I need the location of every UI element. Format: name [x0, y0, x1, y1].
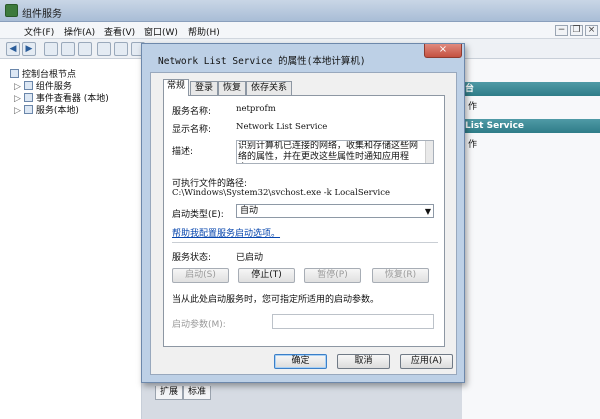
menu-bar: 文件(F) 操作(A) 查看(V) 窗口(W) 帮助(H) [0, 22, 600, 39]
minimize-button[interactable]: − [555, 25, 568, 36]
tree-item-services[interactable]: ▷ 服务(本地) [14, 103, 79, 116]
actions-pane: 台 作 List Service 作 [462, 59, 600, 419]
properties-dialog: Network List Service 的属性(本地计算机) × 常规 登录 … [141, 43, 465, 383]
startup-type-select[interactable]: 自动 ▼ [236, 204, 434, 218]
menu-action[interactable]: 操作(A) [64, 25, 95, 38]
startup-type-label: 启动类型(E): [172, 210, 224, 220]
event-viewer-icon [23, 93, 33, 102]
dialog-title: Network List Service 的属性(本地计算机) [158, 56, 366, 67]
start-params-input[interactable] [272, 314, 434, 329]
menu-view[interactable]: 查看(V) [104, 25, 135, 38]
window-title-bar: 组件服务 [0, 0, 600, 22]
tab-logon[interactable]: 登录 [190, 81, 218, 95]
forward-arrow-icon[interactable]: ▶ [22, 42, 36, 56]
display-name-value: Network List Service [236, 122, 328, 132]
folder-icon [10, 69, 19, 78]
startup-type-value: 自动 [240, 206, 259, 216]
help-configure-link[interactable]: 帮助我配置服务启动选项。 [172, 226, 280, 239]
console-tree-icon[interactable] [61, 42, 75, 56]
description-text: 识别计算机已连接的网络，收集和存储这些网络的属性，并在更改这些属性时通知应用程序… [238, 141, 419, 162]
description-scrollbar[interactable] [425, 141, 433, 163]
stop-button[interactable]: 停止(T) [238, 268, 295, 283]
actions-row[interactable]: 作 [468, 137, 477, 150]
services-gear-icon [23, 105, 33, 114]
menu-help[interactable]: 帮助(H) [188, 25, 220, 38]
close-window-button[interactable]: × [585, 25, 598, 36]
tab-extended[interactable]: 扩展 [155, 386, 184, 400]
back-arrow-icon[interactable]: ◀ [6, 42, 20, 56]
exe-path-value: C:\Windows\System32\svchost.exe -k Local… [172, 188, 391, 198]
restore-button[interactable]: ❐ [570, 25, 583, 36]
tab-recovery[interactable]: 恢复 [218, 81, 246, 95]
description-box[interactable]: 识别计算机已连接的网络，收集和存储这些网络的属性，并在更改这些属性时通知应用程序… [236, 140, 434, 164]
refresh-icon[interactable] [114, 42, 128, 56]
window-title: 组件服务 [22, 9, 62, 20]
dialog-body: 常规 登录 恢复 依存关系 服务名称: netprofm 显示名称: Netwo… [150, 72, 457, 375]
service-status-value: 已启动 [236, 253, 264, 263]
description-label: 描述: [172, 147, 194, 157]
pause-button[interactable]: 暂停(P) [304, 268, 361, 283]
console-tree: 控制台根节点 ▷ 组件服务 ▷ 事件查看器 (本地) ▷ 服务(本地) [0, 59, 142, 419]
expand-triangle-icon[interactable]: ▷ [14, 106, 21, 116]
menu-file[interactable]: 文件(F) [24, 25, 54, 38]
export-icon[interactable] [97, 42, 111, 56]
service-name-label: 服务名称: [172, 107, 212, 117]
display-name-label: 显示名称: [172, 125, 212, 135]
chevron-down-icon: ▼ [424, 207, 431, 216]
resume-button[interactable]: 恢复(R) [372, 268, 429, 283]
actions-header-service: List Service [462, 119, 600, 133]
tab-general[interactable]: 常规 [163, 79, 189, 96]
dialog-close-button[interactable]: × [424, 44, 462, 58]
tree-item-label: 服务(本地) [35, 106, 79, 116]
folder-up-icon[interactable] [44, 42, 58, 56]
component-services-icon [5, 4, 18, 17]
start-button[interactable]: 启动(S) [172, 268, 229, 283]
tab-dependencies[interactable]: 依存关系 [246, 81, 292, 95]
actions-row[interactable]: 作 [468, 99, 477, 112]
divider [172, 242, 438, 243]
cancel-button[interactable]: 取消 [337, 354, 390, 369]
tab-standard[interactable]: 标准 [183, 386, 212, 400]
service-name-value: netprofm [236, 104, 276, 114]
actions-header-console: 台 [462, 82, 600, 96]
apply-button[interactable]: 应用(A) [400, 354, 453, 369]
general-tab-page: 服务名称: netprofm 显示名称: Network List Servic… [163, 95, 445, 347]
service-status-label: 服务状态: [172, 253, 212, 263]
list-view-icon[interactable] [78, 42, 92, 56]
ok-button[interactable]: 确定 [274, 354, 327, 369]
start-params-hint: 当从此处启动服务时，您可指定所适用的启动参数。 [172, 295, 380, 305]
start-params-label: 启动参数(M): [172, 320, 226, 330]
menu-window[interactable]: 窗口(W) [144, 25, 178, 38]
component-icon [23, 81, 33, 90]
